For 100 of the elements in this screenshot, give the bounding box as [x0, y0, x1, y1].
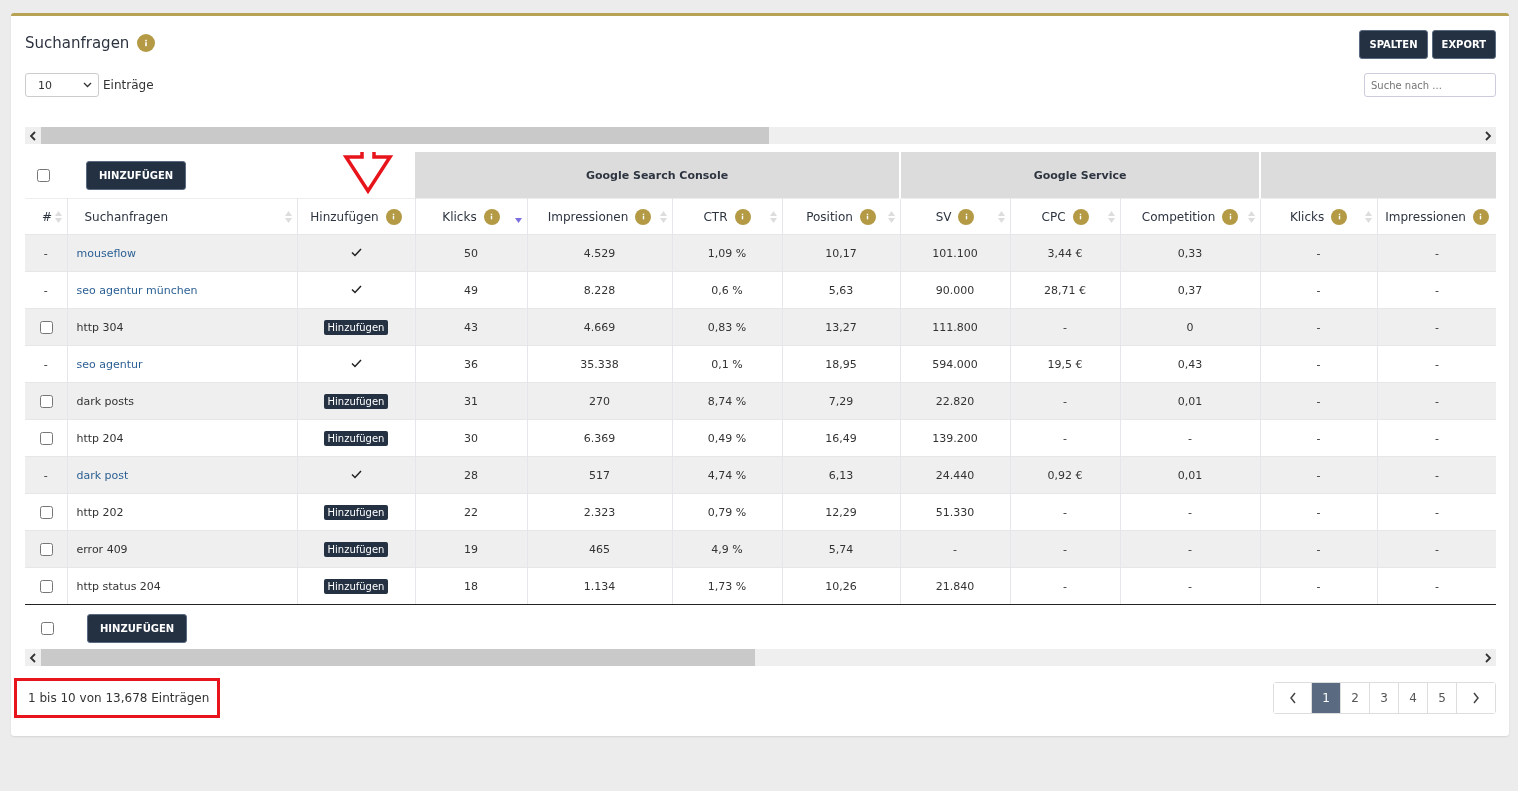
entries-label: Einträge [103, 78, 154, 92]
info-icon[interactable] [1472, 208, 1489, 225]
chevron-left-icon [1288, 692, 1297, 704]
info-icon[interactable] [635, 208, 652, 225]
select-all-checkbox[interactable] [37, 168, 50, 182]
horizontal-scrollbar[interactable] [25, 649, 1496, 666]
info-icon[interactable] [385, 208, 402, 225]
chevron-down-icon [83, 82, 92, 88]
table-cell: 36 [464, 357, 478, 371]
table-cell: 101.100 [932, 246, 978, 260]
chevron-right-icon [1472, 692, 1480, 704]
table-cell: 0,83 % [707, 320, 747, 334]
select-all-checkbox[interactable] [41, 622, 54, 635]
table-cell: 4,74 % [707, 468, 747, 482]
table-cell: 19 [464, 542, 478, 556]
add-button[interactable]: Hinzufügen [323, 319, 389, 335]
checkmark-icon [350, 284, 362, 294]
table-cell: - [1063, 579, 1068, 593]
add-selected-button[interactable]: HINZUFÜGEN [87, 614, 188, 643]
table-cell: 139.200 [932, 431, 978, 445]
previous-page-button[interactable] [1274, 683, 1312, 713]
table-cell: 90.000 [935, 283, 975, 297]
column-header[interactable]: Hinzufügen [310, 209, 379, 224]
column-header[interactable]: Suchanfragen [84, 209, 168, 224]
column-header[interactable]: CPC [1041, 209, 1066, 224]
query-text: http 202 [76, 505, 124, 519]
row-checkbox[interactable] [39, 579, 53, 593]
info-icon[interactable] [734, 208, 751, 225]
table-cell: 28,71 € [1044, 283, 1087, 297]
table-cell: - [1188, 579, 1193, 593]
row-checkbox[interactable] [39, 394, 53, 408]
table-cell: 0,79 % [707, 505, 747, 519]
table-cell: - [1316, 357, 1321, 371]
horizontal-scrollbar[interactable] [25, 127, 1496, 144]
table-cell: - [1063, 505, 1068, 519]
info-icon[interactable] [958, 208, 975, 225]
row-marker: - [43, 357, 48, 371]
checkmark-icon [350, 469, 362, 479]
columns-button[interactable]: SPALTEN [1359, 30, 1428, 59]
table-cell: 465 [589, 542, 610, 556]
info-icon[interactable] [1072, 208, 1089, 225]
table-cell: 8,74 % [707, 394, 747, 408]
query-link[interactable]: dark post [76, 468, 129, 482]
add-button[interactable]: Hinzufügen [323, 578, 389, 594]
row-checkbox[interactable] [39, 320, 53, 334]
column-header[interactable]: SV [935, 209, 952, 224]
table-cell: 5,74 [828, 542, 854, 556]
query-link[interactable]: mouseflow [76, 246, 137, 260]
table-cell: 0 [1186, 320, 1194, 334]
table-cell: 18,95 [825, 357, 857, 371]
table-cell: - [1316, 579, 1321, 593]
chevron-left-icon[interactable] [29, 652, 37, 663]
query-link[interactable]: seo agentur münchen [76, 283, 198, 297]
add-selected-button[interactable]: HINZUFÜGEN [86, 160, 187, 190]
row-checkbox[interactable] [39, 542, 53, 556]
info-icon[interactable] [859, 208, 876, 225]
chevron-right-icon[interactable] [1484, 130, 1492, 141]
page-button[interactable]: 1 [1312, 683, 1341, 713]
table-cell: 24.440 [935, 468, 975, 482]
add-button[interactable]: Hinzufügen [323, 430, 389, 446]
column-header[interactable]: Impressionen [547, 209, 629, 224]
export-button[interactable]: EXPORT [1431, 30, 1496, 59]
query-text: http status 204 [76, 579, 161, 593]
row-checkbox[interactable] [39, 431, 53, 445]
row-checkbox[interactable] [39, 505, 53, 519]
table-cell: 35.338 [580, 357, 619, 371]
info-icon[interactable] [137, 34, 156, 52]
table-cell: 51.330 [935, 505, 975, 519]
chevron-left-icon[interactable] [29, 130, 37, 141]
add-button[interactable]: Hinzufügen [323, 393, 389, 409]
table-cell: - [1435, 431, 1440, 445]
column-header[interactable]: Klicks [1289, 209, 1325, 224]
table-cell: 6.369 [583, 431, 616, 445]
page-size-select[interactable]: 10 [25, 73, 99, 97]
chevron-right-icon[interactable] [1484, 652, 1492, 663]
add-button[interactable]: Hinzufügen [323, 504, 389, 520]
table-cell: 22.820 [935, 394, 975, 408]
add-button[interactable]: Hinzufügen [323, 541, 389, 557]
table-cell: - [1435, 542, 1440, 556]
table-cell: 10,17 [825, 246, 857, 260]
table-cell: 1.134 [583, 579, 616, 593]
info-icon[interactable] [483, 208, 500, 225]
info-icon[interactable] [1222, 208, 1239, 225]
table-cell: - [1063, 320, 1068, 334]
row-marker: - [43, 468, 48, 482]
column-header[interactable]: # [42, 209, 53, 224]
table-cell: 30 [464, 431, 478, 445]
info-icon[interactable] [1331, 208, 1348, 225]
column-header[interactable]: Competition [1141, 209, 1216, 224]
query-link[interactable]: seo agentur [76, 357, 143, 371]
column-header[interactable]: Position [806, 209, 853, 224]
column-group-header: Google Service [900, 152, 1261, 199]
search-field[interactable]: Suche nach ... [1364, 73, 1496, 97]
table-cell: 594.000 [932, 357, 978, 371]
table-cell: 0,01 [1177, 394, 1203, 408]
table-cell: 0,6 % [711, 283, 743, 297]
column-header[interactable]: CTR [703, 209, 728, 224]
table-cell: 2.323 [583, 505, 616, 519]
column-header[interactable]: Klicks [442, 209, 477, 224]
column-header[interactable]: Impressionen [1385, 209, 1466, 224]
